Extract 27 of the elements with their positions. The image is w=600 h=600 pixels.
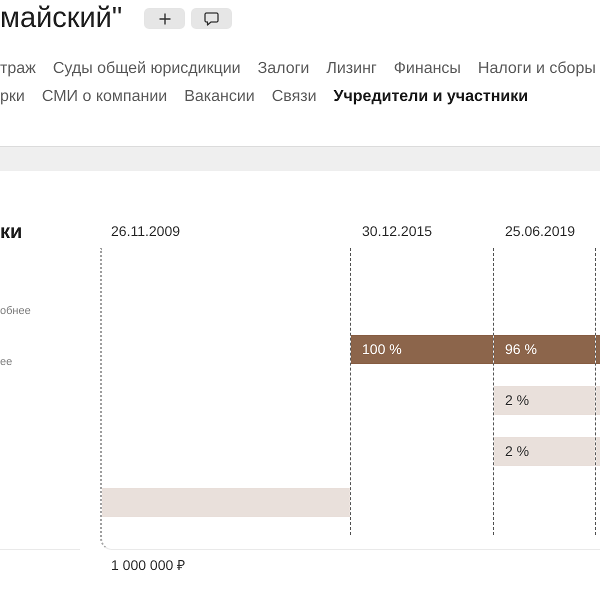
capital-amount: 1 000 000 ₽ xyxy=(111,557,186,573)
nav-tab[interactable]: СМИ о компании xyxy=(42,83,168,111)
page-title: майский" xyxy=(0,1,122,36)
nav-tab[interactable]: траж xyxy=(0,55,36,83)
nav-tab[interactable]: Суды общей юрисдикции xyxy=(52,55,241,83)
comment-button[interactable] xyxy=(191,8,232,29)
nav-tab[interactable]: Лизинг xyxy=(326,55,377,83)
period-date: 26.11.2009 xyxy=(111,223,180,239)
nav-tab[interactable]: Вакансии xyxy=(184,83,255,111)
section-heading: ки xyxy=(0,220,22,245)
share-bar: 2 % xyxy=(494,386,595,415)
comment-icon xyxy=(204,12,220,26)
share-bar: 2 % xyxy=(494,437,595,466)
share-bar: 100 % xyxy=(351,335,493,364)
nav-tab[interactable]: Залоги xyxy=(258,55,310,83)
details-link[interactable]: обнее xyxy=(0,303,31,319)
nav-tab[interactable]: рки xyxy=(0,83,25,111)
plus-icon xyxy=(158,12,171,24)
period-date: 30.12.2015 xyxy=(362,223,432,239)
add-button[interactable] xyxy=(144,8,186,29)
nav-tab[interactable]: Связи xyxy=(272,83,317,111)
nav-tab[interactable]: Финансы xyxy=(394,55,461,83)
share-bar: 96 % xyxy=(494,335,595,364)
nav-tab[interactable]: Налоги и сборы xyxy=(478,55,596,83)
period-date: 25.06.2019 xyxy=(505,223,576,239)
details-link[interactable]: ее xyxy=(0,354,12,370)
nav-tab[interactable]: Учредители и участники xyxy=(334,83,528,111)
